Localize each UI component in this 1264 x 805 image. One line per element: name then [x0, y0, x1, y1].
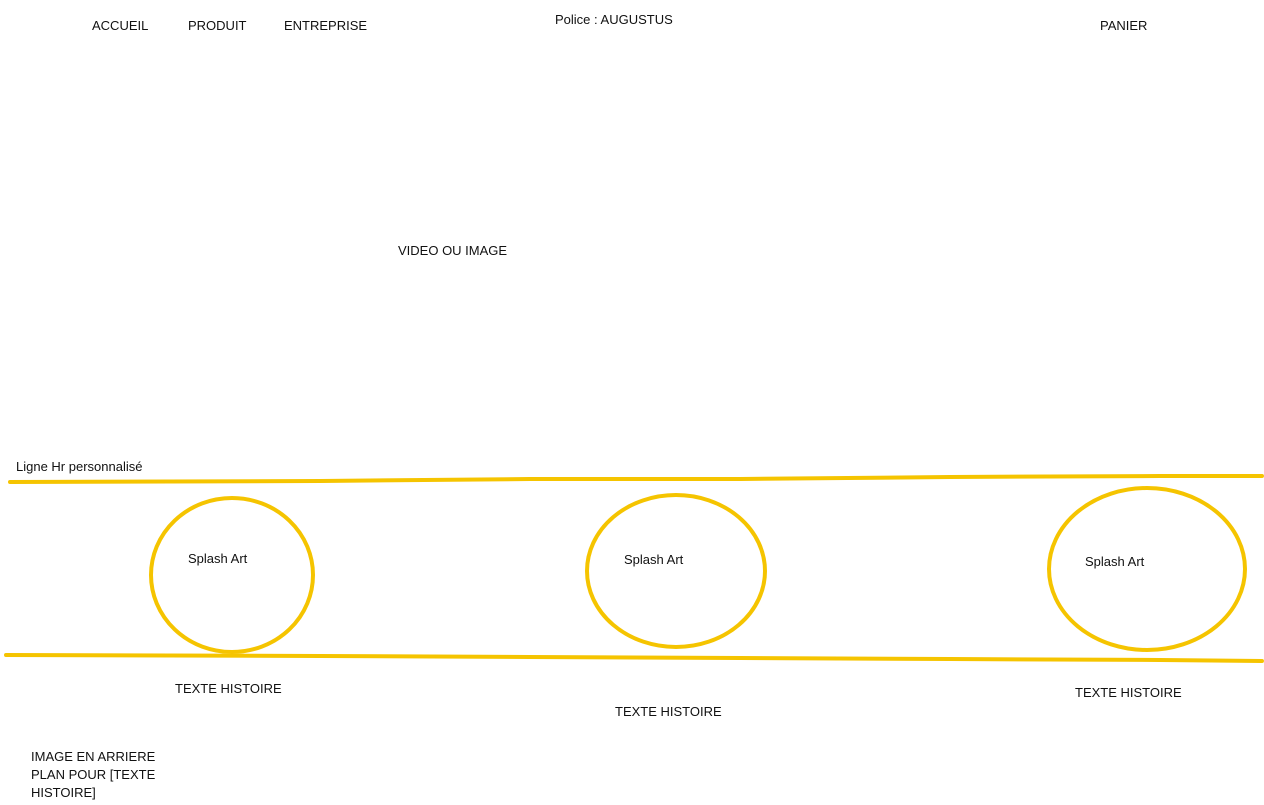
splash-art-circle-1: [149, 496, 315, 654]
splash-art-label: Splash Art: [624, 552, 684, 567]
hero-media-placeholder: VIDEO OU IMAGE: [398, 243, 508, 258]
font-note: Police : AUGUSTUS: [555, 12, 673, 27]
custom-hr-top-line: [8, 474, 1264, 484]
nav-item-accueil[interactable]: ACCUEIL: [92, 18, 148, 34]
story-text-placeholder: TEXTE HISTOIRE: [615, 704, 722, 719]
splash-art-circle-3: [1047, 486, 1247, 652]
nav-item-entreprise[interactable]: ENTREPRISE: [284, 18, 367, 34]
story-text-placeholder: TEXTE HISTOIRE: [1075, 685, 1182, 700]
story-text-placeholder: TEXTE HISTOIRE: [175, 681, 282, 696]
splash-art-label: Splash Art: [188, 551, 248, 566]
nav-item-produit[interactable]: PRODUIT: [188, 18, 247, 34]
cart-link[interactable]: PANIER: [1100, 18, 1147, 34]
custom-hr-label: Ligne Hr personnalisé: [16, 459, 143, 474]
splash-art-label: Splash Art: [1085, 554, 1145, 569]
background-image-note: IMAGE EN ARRIERE PLAN POUR [TEXTE HISTOI…: [31, 749, 156, 800]
custom-hr-bottom-line: [4, 653, 1264, 663]
splash-art-circle-2: [585, 493, 767, 649]
